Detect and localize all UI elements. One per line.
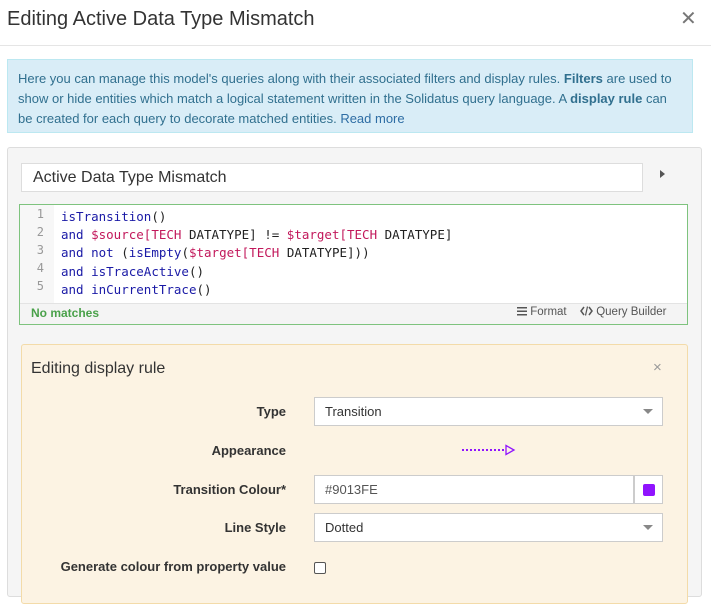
line-style-value: Dotted [325,520,364,535]
code-token: and [61,281,92,297]
query-builder-label: Query Builder [596,306,667,318]
code-token: and [61,263,92,279]
info-alert: Here you can manage this model's queries… [7,59,693,133]
code-token: and not [61,245,122,261]
code-token: ( [181,245,189,261]
code-token: $source[TECH [91,227,189,243]
info-bold-filters: Filters [563,71,603,86]
colour-picker-button[interactable] [634,475,663,504]
display-rule-title: Editing display rule [31,360,166,377]
line-number: 1 [36,207,44,221]
code-line: and not (isEmpty($target[TECH DATATYPE])… [61,244,452,262]
read-more-link[interactable]: Read more [340,111,404,126]
line-style-select[interactable]: Dotted [314,513,663,542]
list-icon [517,307,527,316]
query-code[interactable]: isTransition() and $source[TECH DATATYPE]… [61,208,452,299]
code-token: DATATYPE] [384,227,453,243]
query-builder-button[interactable]: Query Builder [580,306,667,318]
code-token: $target[TECH [188,245,287,261]
line-number: 3 [36,243,44,257]
display-rule-close-icon[interactable]: × [653,359,662,376]
code-token: ( [121,245,129,261]
code-token: () [196,281,212,297]
caret-right-icon[interactable] [660,170,665,178]
code-token: isEmpty [128,245,182,261]
generate-colour-checkbox[interactable] [314,562,326,574]
type-value: Transition [325,404,382,419]
transition-colour-label: Transition Colour* [173,482,286,497]
info-text-1: Here you can manage this model's queries… [18,71,564,86]
type-label: Type [256,404,286,419]
dialog-header: Editing Active Data Type Mismatch ✕ [0,0,711,46]
type-select[interactable]: Transition [314,397,663,426]
code-line: and inCurrentTrace() [61,281,452,299]
line-number-gutter: 1 2 3 4 5 [20,205,54,303]
dialog-title: Editing Active Data Type Mismatch [7,8,315,30]
transition-colour-input[interactable]: #9013FE [314,475,634,504]
line-number: 2 [36,225,44,239]
close-icon[interactable]: ✕ [680,6,697,31]
code-icon [580,306,593,316]
code-token: $target[TECH [286,227,385,243]
code-line: and isTraceActive() [61,263,452,281]
code-token: and [61,227,92,243]
code-line: isTransition() [61,208,452,226]
generate-colour-label: Generate colour from property value [60,559,286,574]
code-token: () [151,209,167,224]
transition-preview [462,444,516,456]
appearance-label: Appearance [211,443,286,458]
format-button[interactable]: Format [517,306,567,318]
line-number: 5 [36,279,44,293]
info-bold-display-rule: display rule [570,91,643,106]
code-token: inCurrentTrace [91,281,197,297]
format-label: Format [530,306,567,318]
code-line: and $source[TECH DATATYPE] != $target[TE… [61,226,452,244]
chevron-down-icon [643,525,653,530]
line-number: 4 [36,261,44,275]
code-token: isTransition [61,209,152,224]
colour-swatch-icon [643,484,655,496]
line-style-label: Line Style [224,520,286,535]
code-token: DATATYPE])) [286,245,370,261]
chevron-down-icon [643,409,653,414]
code-token: () [188,263,205,279]
query-name-input[interactable]: Active Data Type Mismatch [21,163,643,192]
code-token: DATATYPE] != [188,227,287,243]
match-status: No matches [31,306,100,320]
code-token: isTraceActive [91,263,189,279]
